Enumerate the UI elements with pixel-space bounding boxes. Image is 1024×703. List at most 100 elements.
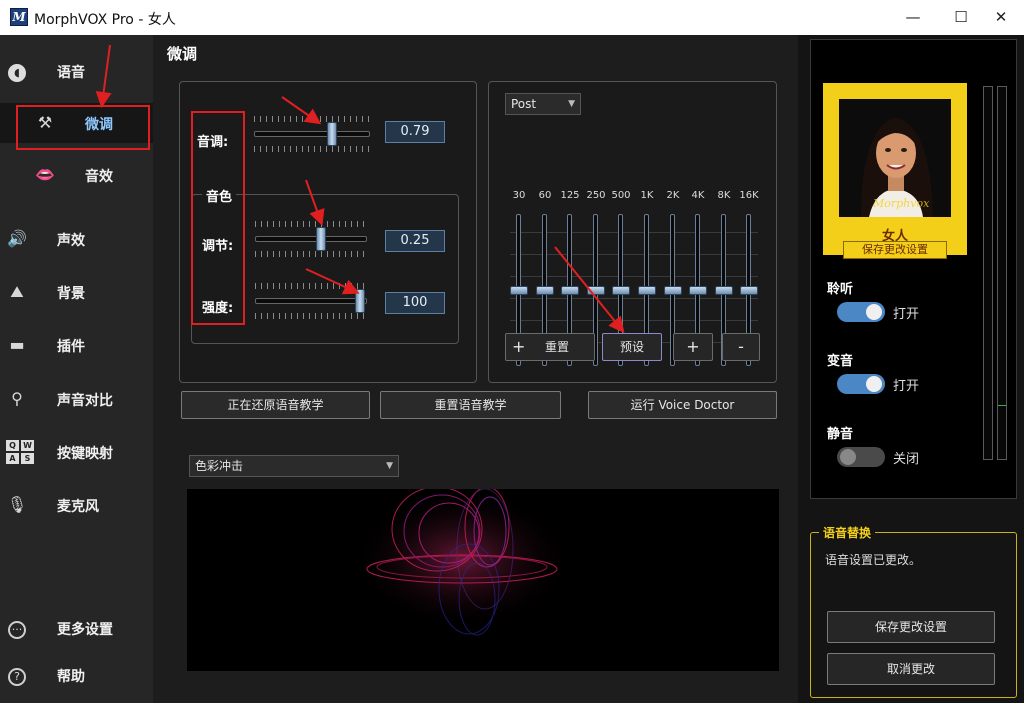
pitch-value[interactable]: 0.79 — [385, 121, 445, 143]
pitch-slider[interactable] — [254, 114, 370, 154]
minimize-button[interactable]: — — [890, 4, 936, 30]
eq-mode-value: Post — [511, 97, 537, 111]
magnifier-icon: ⚲ — [11, 389, 23, 408]
sidebar-item-label: 声效 — [57, 233, 85, 249]
strength-label: 强度: — [202, 301, 234, 316]
sidebar-item-label: 声音对比 — [57, 393, 113, 409]
timbre-adjust-slider[interactable] — [255, 219, 367, 259]
sidebar-item-effects[interactable]: 👄 音效 — [0, 155, 153, 195]
eq-band-thumb[interactable] — [715, 286, 733, 295]
eq-band-label: 1K — [640, 190, 654, 201]
output-level-meter — [997, 86, 1007, 460]
eq-preset-button[interactable]: 预设 — [602, 333, 662, 361]
timbre-strength-slider[interactable] — [255, 281, 367, 321]
save-voice-strip[interactable]: 保存更改设置 — [843, 241, 947, 259]
eq-band-thumb[interactable] — [664, 286, 682, 295]
eq-remove-button[interactable]: - — [722, 333, 760, 361]
eq-reset-button[interactable]: + 重置 — [505, 333, 595, 361]
eq-band-thumb[interactable] — [561, 286, 579, 295]
voice-replace-legend: 语音替换 — [819, 524, 876, 541]
visualizer-canvas — [187, 486, 779, 671]
reset-tutorial-button[interactable]: 重置语音教学 — [380, 391, 561, 419]
pitch-timbre-panel: 音调: 0.79 音色 调节: 0.25 强度: 100 — [179, 81, 477, 383]
timbre-adjust-slider-thumb[interactable] — [316, 227, 326, 251]
tweak-page: 微调 音调: 0.79 音色 调节: 0.25 强度: 100 Post ▼ 3… — [153, 35, 798, 703]
portrait-caption: Morphvox — [873, 197, 930, 210]
cancel-changes-button[interactable]: 取消更改 — [827, 653, 995, 685]
page-title: 微调 — [167, 45, 198, 63]
pitch-slider-thumb[interactable] — [327, 122, 337, 146]
listen-state: 打开 — [893, 307, 920, 322]
morph-toggle[interactable] — [837, 374, 885, 394]
chevron-down-icon: ▼ — [568, 99, 575, 109]
input-level-meter — [983, 86, 993, 460]
keys-icon: Q W A S — [6, 440, 36, 466]
title-bar: M MorphVOX Pro - 女人 — ☐ ✕ — [0, 0, 1024, 35]
eq-band-label: 4K — [691, 190, 705, 201]
eq-add-button[interactable]: + — [673, 333, 713, 361]
eq-band-thumb[interactable] — [587, 286, 605, 295]
strength-value[interactable]: 100 — [385, 292, 445, 314]
eq-band-thumb[interactable] — [510, 286, 528, 295]
sidebar-item-more-settings[interactable]: ··· 更多设置 — [0, 608, 153, 648]
sidebar-item-voice-compare[interactable]: ⚲ 声音对比 — [0, 379, 153, 419]
adjust-value[interactable]: 0.25 — [385, 230, 445, 252]
sidebar-item-plugins[interactable]: ▬ 插件 — [0, 325, 153, 365]
more-icon: ··· — [6, 618, 28, 639]
listen-label: 聆听 — [827, 282, 854, 297]
visualizer-graphic — [352, 486, 572, 636]
mute-toggle[interactable] — [837, 447, 885, 467]
eq-band-thumb[interactable] — [612, 286, 630, 295]
sidebar-item-label: 按键映射 — [57, 446, 113, 462]
eq-band-thumb[interactable] — [638, 286, 656, 295]
close-button[interactable]: ✕ — [978, 4, 1024, 30]
sidebar-item-keybinds[interactable]: Q W A S 按键映射 — [0, 432, 153, 472]
eq-band-label: 250 — [586, 190, 606, 201]
sidebar-item-background[interactable]: ⛰ 背景 — [0, 272, 153, 312]
sidebar-item-label: 插件 — [57, 339, 85, 355]
visualizer-mode-select[interactable]: 色彩冲击 ▼ — [189, 455, 399, 477]
sidebar-item-microphone[interactable]: 🎙 麦克风 — [0, 485, 153, 525]
sidebar-item-tweak[interactable]: ⚒ 微调 — [0, 103, 153, 143]
chevron-down-icon: ▼ — [386, 461, 393, 471]
voice-portrait-image: Morphvox — [839, 99, 951, 217]
voice-portrait-frame[interactable]: Morphvox 女人 保存更改设置 — [823, 83, 967, 259]
plug-icon: ▬ — [9, 335, 25, 354]
eq-band-thumb[interactable] — [689, 286, 707, 295]
eq-band-label: 60 — [538, 190, 552, 201]
landscape-icon: ⛰ — [10, 282, 24, 301]
save-changes-button[interactable]: 保存更改设置 — [827, 611, 995, 643]
voice-replace-group: 语音替换 语音设置已更改。 保存更改设置 取消更改 — [810, 524, 1017, 698]
equalizer-panel: Post ▼ 30 60 125 250 500 1K 2K 4K 8K 16K + 重置 预设 … — [488, 81, 777, 383]
restore-tutorial-button[interactable]: 正在还原语音教学 — [181, 391, 370, 419]
voice-status-panel: Morphvox 女人 保存更改设置 聆听 打开 变音 打开 静音 关闭 语音替… — [798, 35, 1024, 703]
sidebar-item-sounds[interactable]: 🔊 声效 — [0, 219, 153, 259]
eq-mode-select[interactable]: Post ▼ — [505, 93, 581, 115]
voice-icon: ◖ — [6, 61, 28, 82]
window-title: MorphVOX Pro - 女人 — [34, 12, 176, 28]
listen-toggle[interactable] — [837, 302, 885, 322]
voice-replace-status: 语音设置已更改。 — [825, 553, 922, 567]
morphvox-window: M MorphVOX Pro - 女人 — ☐ ✕ ◖ 语音 ⚒ 微调 👄 音效… — [0, 0, 1024, 703]
sidebar-item-label: 语音 — [57, 65, 85, 81]
voice-preview-area: Morphvox 女人 保存更改设置 聆听 打开 变音 打开 静音 关闭 — [810, 39, 1017, 499]
eq-band-label: 30 — [512, 190, 526, 201]
sidebar: ◖ 语音 ⚒ 微调 👄 音效 🔊 声效 ⛰ 背景 ▬ 插件 ⚲ 声音对比 Q W… — [0, 35, 153, 703]
eq-band-label: 16K — [739, 190, 759, 201]
morph-label: 变音 — [827, 354, 854, 369]
speaker-icon: 🔊 — [7, 229, 27, 248]
eq-band-thumb[interactable] — [536, 286, 554, 295]
eq-band-thumb[interactable] — [740, 286, 758, 295]
voice-doctor-button[interactable]: 运行 Voice Doctor — [588, 391, 777, 419]
eq-band-label: 125 — [560, 190, 580, 201]
sidebar-item-help[interactable]: ? 帮助 — [0, 655, 153, 695]
timbre-group: 音色 调节: 0.25 强度: 100 — [191, 186, 459, 344]
sidebar-item-label: 音效 — [85, 169, 113, 185]
adjust-label: 调节: — [202, 239, 234, 254]
sidebar-item-label: 帮助 — [57, 669, 85, 685]
eq-band-label: 500 — [611, 190, 631, 201]
eq-reset-label: 重置 — [544, 340, 569, 354]
sidebar-item-voice[interactable]: ◖ 语音 — [0, 51, 153, 91]
help-icon: ? — [6, 665, 28, 686]
timbre-strength-slider-thumb[interactable] — [355, 289, 365, 313]
